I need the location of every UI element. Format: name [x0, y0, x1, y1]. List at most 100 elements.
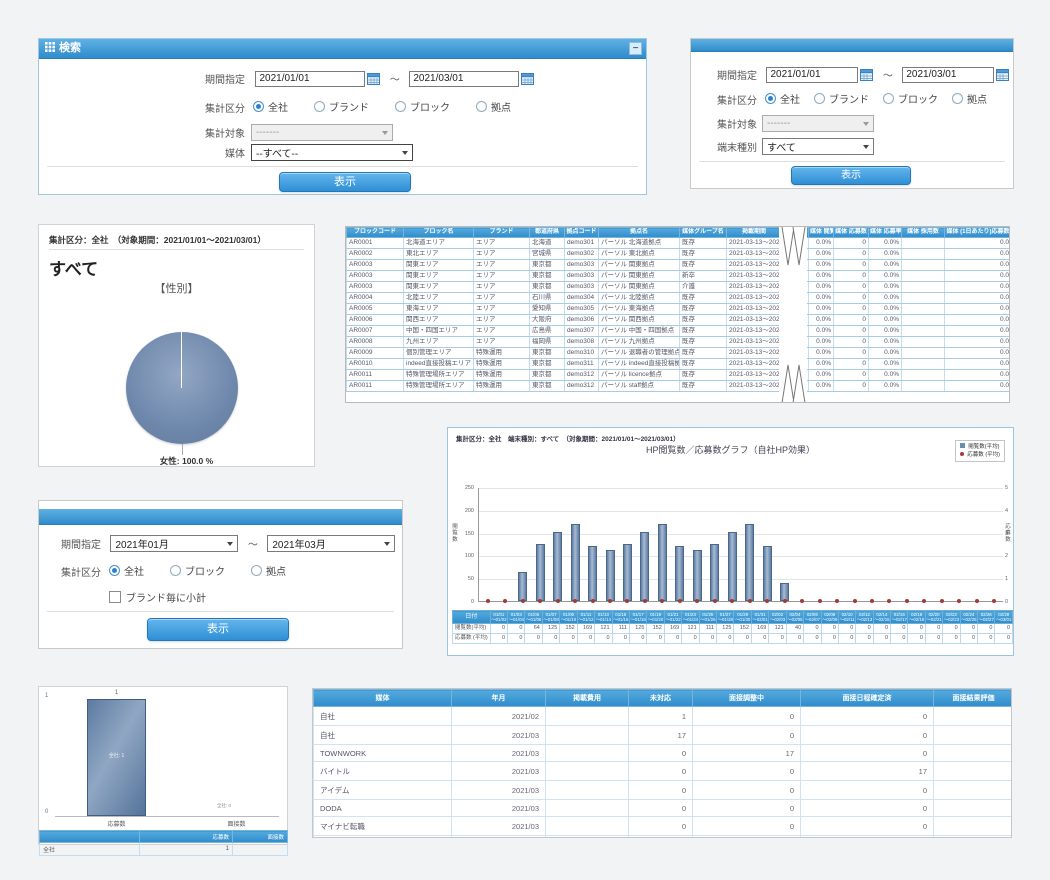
- hp-value-cell: 0: [821, 634, 838, 644]
- radio-circle[interactable]: [251, 565, 262, 576]
- device-select[interactable]: すべて: [762, 138, 874, 155]
- date-range-header: 01/01～01/02: [490, 611, 507, 624]
- radio-option[interactable]: ブロック: [170, 563, 225, 578]
- radio-option[interactable]: ブランド: [314, 99, 369, 114]
- applications-dot: [748, 599, 752, 603]
- block-table-header: ブロックコード: [347, 228, 404, 238]
- radio-circle[interactable]: [765, 93, 776, 104]
- period-from-input[interactable]: 2021/01/01: [255, 71, 365, 87]
- block-table-header: 拠点コード: [565, 228, 599, 238]
- target-select[interactable]: -------: [762, 115, 874, 132]
- block-table-cell: エリア: [474, 336, 530, 347]
- hp-table-row: 閲覧数(平均)006412515216912111112515216912111…: [453, 624, 1013, 634]
- block-table-cell: [902, 248, 945, 259]
- radio-circle[interactable]: [314, 101, 325, 112]
- block-table-cell: エリア: [474, 281, 530, 292]
- show-button[interactable]: 表示: [279, 172, 411, 192]
- block-table-cell: [902, 237, 945, 248]
- chevron-down-icon: [382, 131, 388, 135]
- date-range-header: 01/23～01/24: [682, 611, 699, 624]
- block-table-cell: demo311: [565, 358, 599, 369]
- summary-row-label: 全社: [40, 843, 140, 856]
- radio-circle[interactable]: [109, 565, 120, 576]
- radio-option[interactable]: 全社: [765, 91, 800, 106]
- block-table-cell: [902, 314, 945, 325]
- block-table-cell: 0.0%: [869, 347, 902, 358]
- radio-option[interactable]: ブランド: [814, 91, 869, 106]
- block-table-cell: AR0010: [347, 358, 404, 369]
- radio-option[interactable]: ブロック: [395, 99, 450, 114]
- period-from-select[interactable]: 2021年01月: [110, 535, 238, 552]
- media-table-cell: [546, 817, 629, 836]
- block-table-cell: 0.0: [945, 380, 1011, 391]
- hp-value-cell: 0: [734, 634, 751, 644]
- radio-circle[interactable]: [814, 93, 825, 104]
- period-from-input[interactable]: 2021/01/01: [766, 67, 858, 83]
- show-button[interactable]: 表示: [791, 166, 911, 185]
- period-to-input[interactable]: 2021/03/01: [409, 71, 519, 87]
- calendar-icon[interactable]: [521, 72, 534, 85]
- brand-subtotal-checkbox[interactable]: [109, 591, 121, 603]
- period-to-input[interactable]: 2021/03/01: [902, 67, 994, 83]
- radio-label: ブランド: [329, 99, 369, 114]
- views-bar: [518, 572, 527, 601]
- media-select[interactable]: --すべて--: [251, 144, 413, 161]
- radio-option[interactable]: 拠点: [952, 91, 987, 106]
- period-to-select[interactable]: 2021年03月: [267, 535, 395, 552]
- block-table-cell: 中国・四国エリア: [404, 325, 474, 336]
- block-table-cell: エリア: [474, 237, 530, 248]
- divider: [699, 161, 1005, 162]
- media-table-row: 自社2021/02100: [314, 707, 1013, 726]
- minimize-button[interactable]: −: [629, 42, 642, 55]
- block-table-cell: [902, 358, 945, 369]
- block-table-cell: 既存: [680, 237, 727, 248]
- radio-circle[interactable]: [170, 565, 181, 576]
- media-table-cell: 2021/03: [452, 800, 546, 817]
- block-table-header: 都道府県: [530, 228, 565, 238]
- media-table-cell: 0: [801, 817, 934, 836]
- date-range-header: 02/20～02/21: [925, 611, 942, 624]
- grid-icon: [45, 42, 55, 52]
- show-button[interactable]: 表示: [147, 618, 289, 641]
- radio-option[interactable]: ブロック: [883, 91, 938, 106]
- x-axis-line: [55, 816, 279, 817]
- right-axis-tick: 0: [1005, 599, 1017, 605]
- hp-value-cell: 0: [908, 634, 925, 644]
- block-table-row: AR0008九州エリアエリア福岡県demo308パーソル 九州拠点既存2021-…: [347, 336, 1011, 347]
- right-axis-tick: 4: [1005, 508, 1017, 514]
- radio-option[interactable]: 拠点: [251, 563, 286, 578]
- block-table-cell: 東京都: [530, 358, 565, 369]
- block-table-cell: パーソル 関西拠点: [599, 314, 680, 325]
- media-table-cell: アイデム: [314, 781, 452, 800]
- block-table-cell: 0: [834, 347, 869, 358]
- hp-value-cell: 0: [786, 634, 803, 644]
- target-select[interactable]: -------: [251, 124, 393, 141]
- views-bar: [675, 546, 684, 601]
- radio-label: 拠点: [266, 563, 286, 578]
- radio-option[interactable]: 全社: [253, 99, 288, 114]
- date-range-header: 02/12～02/13: [856, 611, 873, 624]
- block-table-cell: demo307: [565, 325, 599, 336]
- radio-circle[interactable]: [883, 93, 894, 104]
- radio-option[interactable]: 全社: [109, 563, 144, 578]
- radio-label: ブロック: [898, 91, 938, 106]
- block-table-cell: 0.0: [945, 237, 1011, 248]
- radio-circle[interactable]: [952, 93, 963, 104]
- calendar-icon[interactable]: [860, 68, 873, 81]
- calendar-icon[interactable]: [996, 68, 1009, 81]
- date-range-header: 02/14～02/15: [873, 611, 890, 624]
- block-table-cell: 0.0%: [869, 281, 902, 292]
- radio-option[interactable]: 拠点: [476, 99, 511, 114]
- hp-value-cell: 0: [490, 624, 507, 634]
- radio-circle[interactable]: [476, 101, 487, 112]
- media-table-cell: 17: [629, 726, 693, 745]
- hp-value-cell: 0: [769, 634, 786, 644]
- block-table-cell: 2021-03-13～2022-03-12: [727, 347, 782, 358]
- media-table-cell: [546, 745, 629, 762]
- radio-circle[interactable]: [253, 101, 264, 112]
- block-table-cell: [902, 303, 945, 314]
- calendar-icon[interactable]: [367, 72, 380, 85]
- radio-circle[interactable]: [395, 101, 406, 112]
- media-table-cell: [546, 726, 629, 745]
- block-table-cell: 個別管理エリア: [404, 347, 474, 358]
